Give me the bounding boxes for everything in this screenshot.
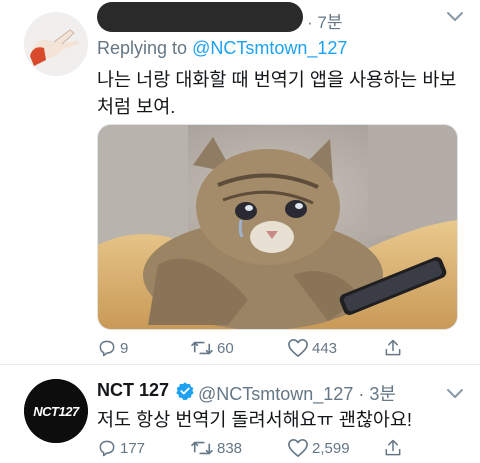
reply-icon	[99, 340, 115, 357]
tweet-text: 저도 항상 번역기 돌려서해요ㅠ 괜찮아요!	[97, 409, 413, 430]
heart-icon	[288, 439, 308, 457]
reply-count: 177	[120, 439, 146, 457]
chevron-down-icon[interactable]	[440, 383, 470, 405]
reply-button[interactable]: 9	[97, 338, 128, 358]
share-icon	[385, 339, 401, 356]
retweet-button[interactable]: 60	[190, 338, 234, 358]
like-count: 2,599	[312, 439, 350, 457]
reply-button[interactable]: 177	[97, 438, 145, 458]
like-button[interactable]: 443	[287, 338, 337, 358]
nct127-logo: NCT127	[33, 404, 80, 419]
retweet-icon	[191, 341, 213, 355]
like-count: 443	[312, 339, 338, 357]
handle-and-time[interactable]: @NCTsmtown_127 · 3분	[198, 380, 396, 406]
replying-to: Replying to @NCTsmtown_127	[97, 38, 347, 59]
replying-handle-link[interactable]: @NCTsmtown_127	[192, 38, 347, 58]
retweet-count: 60	[217, 339, 234, 357]
original-tweet[interactable]: NCT127 NCT 127 @NCTsmtown_127 · 3분 저도 항상…	[0, 365, 480, 463]
replying-label: Replying to	[97, 38, 188, 58]
redacted-display-name	[97, 2, 303, 32]
verified-badge-icon	[175, 381, 195, 406]
reply-count: 9	[120, 339, 129, 357]
share-icon	[385, 439, 401, 456]
tweet-text: 나는 너랑 대화할 때 번역기 앱을 사용하는 바보처럼 보여.	[97, 69, 457, 117]
share-button[interactable]	[383, 438, 403, 458]
retweet-count: 838	[217, 439, 243, 457]
tweet-media-image[interactable]	[97, 124, 458, 330]
reply-tweet[interactable]: · 7분 Replying to @NCTsmtown_127 나는 너랑 대화…	[0, 0, 480, 365]
retweet-icon	[191, 441, 213, 455]
reply-icon	[99, 440, 115, 457]
like-button[interactable]: 2,599	[287, 438, 350, 458]
avatar[interactable]: NCT127	[24, 379, 88, 443]
heart-icon	[288, 339, 308, 357]
display-name[interactable]: NCT 127	[97, 380, 169, 401]
tweet-time[interactable]: · 7분	[307, 8, 342, 33]
share-button[interactable]	[383, 338, 403, 358]
avatar[interactable]	[24, 12, 88, 76]
retweet-button[interactable]: 838	[190, 438, 242, 458]
chevron-down-icon[interactable]	[440, 6, 470, 28]
